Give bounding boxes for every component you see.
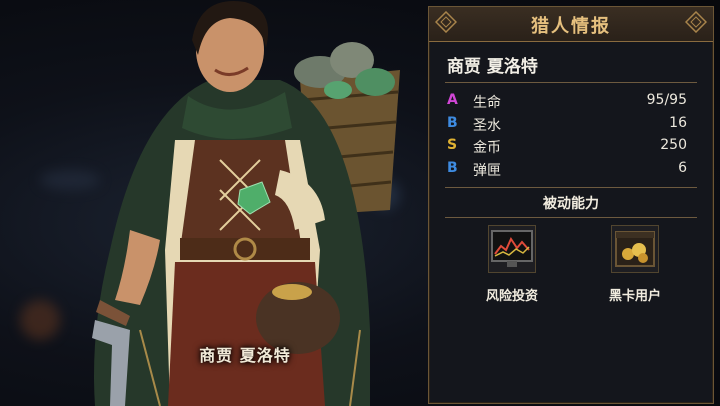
stat-grade: A [447, 92, 458, 108]
hunter-name: 商贾 夏洛特 [447, 57, 538, 77]
divider [445, 187, 697, 188]
stat-value: 6 [678, 160, 687, 176]
background-light [20, 300, 60, 340]
divider [445, 82, 697, 83]
stat-row-magazine: B 弹匣 6 [447, 160, 697, 180]
stat-value: 250 [660, 137, 687, 153]
ability-label: 风险投资 [485, 289, 538, 304]
stat-label: 金币 [473, 140, 501, 156]
stat-row-hp: A 生命 95/95 [447, 92, 697, 112]
stat-label: 圣水 [473, 118, 501, 134]
stat-value: 16 [669, 115, 687, 131]
ability-label: 黑卡用户 [608, 289, 661, 304]
stat-grade: S [447, 137, 458, 153]
stat-grade: B [447, 160, 458, 176]
ability-black-card-user[interactable]: 黑卡用户 [600, 225, 670, 304]
stat-row-holy-water: B 圣水 16 [447, 115, 697, 135]
stat-label: 弹匣 [473, 163, 501, 179]
treasure-chest-icon [611, 225, 659, 273]
passive-abilities-title: 被动能力 [543, 196, 599, 212]
game-screen: 商贾 夏洛特 猎人情报 商贾 夏洛特 A 生命 95/95 B 圣水 16 S … [0, 0, 720, 406]
ornament-icon [685, 11, 707, 33]
panel-header: 猎人情报 [429, 7, 713, 42]
hunter-info-panel: 猎人情报 商贾 夏洛特 A 生命 95/95 B 圣水 16 S 金币 250 … [428, 6, 714, 404]
stat-grade: B [447, 115, 458, 131]
ability-venture-capital[interactable]: 风险投资 [477, 225, 547, 304]
stat-row-gold: S 金币 250 [447, 137, 697, 157]
stock-chart-icon [488, 225, 536, 273]
character-caption: 商贾 夏洛特 [199, 346, 291, 365]
panel-title: 猎人情报 [531, 16, 611, 37]
divider [445, 217, 697, 218]
stat-label: 生命 [473, 95, 501, 111]
stat-value: 95/95 [646, 92, 687, 108]
